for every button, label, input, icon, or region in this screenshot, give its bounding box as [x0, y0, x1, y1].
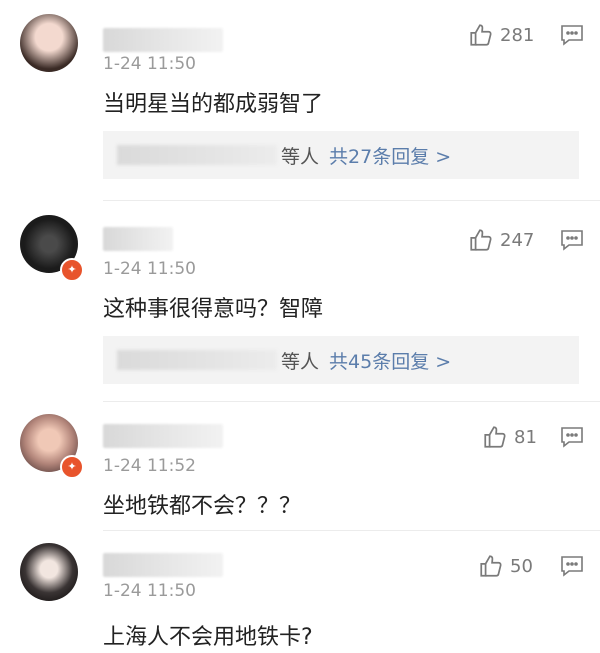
verified-badge-icon: ✦ [60, 455, 84, 479]
like-count: 281 [500, 24, 535, 46]
username-blurred[interactable] [103, 553, 223, 577]
comment-menu-icon[interactable] [560, 426, 584, 448]
reply-count-link[interactable]: 共45条回复 > [329, 347, 451, 374]
avatar[interactable] [20, 14, 78, 72]
avatar[interactable] [20, 543, 78, 601]
username-blurred[interactable] [103, 28, 223, 52]
reply-preview[interactable]: 等人 共45条回复 > [103, 336, 579, 384]
username-blurred[interactable] [103, 424, 223, 448]
thumbs-up-icon [484, 426, 506, 448]
username-blurred[interactable] [103, 227, 173, 251]
thumbs-up-icon [470, 229, 492, 251]
reply-names-blurred [117, 350, 277, 370]
comment-menu-icon[interactable] [560, 555, 584, 577]
thumbs-up-icon [470, 24, 492, 46]
comment-item: ✦ 247 1-24 11:50 这种事很得意吗？智障 等人 共45条回复 > [0, 201, 600, 402]
reply-suffix: 等人 [281, 350, 320, 373]
reply-names-blurred [117, 145, 277, 165]
like-button[interactable]: 81 [482, 424, 537, 450]
like-count: 81 [514, 426, 537, 448]
comment-menu-icon[interactable] [560, 229, 584, 251]
comment-text: 这种事很得意吗？智障 [103, 297, 324, 322]
comment-item: 50 1-24 11:50 上海人不会用地铁卡? [0, 531, 600, 653]
thumbs-up-icon [480, 555, 502, 577]
reply-preview[interactable]: 等人 共27条回复 > [103, 131, 579, 179]
comment-item: 281 1-24 11:50 当明星当的都成弱智了 等人 共27条回复 > [0, 0, 600, 201]
reply-suffix: 等人 [281, 145, 320, 168]
timestamp: 1-24 11:50 [103, 54, 196, 74]
timestamp: 1-24 11:50 [103, 259, 196, 279]
comment-text: 坐地铁都不会？？？ [103, 494, 302, 519]
like-button[interactable]: 247 [468, 227, 534, 253]
timestamp: 1-24 11:50 [103, 581, 196, 601]
like-count: 50 [510, 555, 533, 577]
reply-count-link[interactable]: 共27条回复 > [329, 142, 451, 169]
comment-item: ✦ 81 1-24 11:52 坐地铁都不会？？？ [0, 402, 600, 531]
comment-text: 上海人不会用地铁卡? [103, 625, 313, 650]
comment-menu-icon[interactable] [560, 24, 584, 46]
like-count: 247 [500, 229, 535, 251]
like-button[interactable]: 281 [468, 22, 534, 48]
timestamp: 1-24 11:52 [103, 456, 196, 476]
like-button[interactable]: 50 [478, 553, 533, 579]
verified-badge-icon: ✦ [60, 258, 84, 282]
comment-text: 当明星当的都成弱智了 [103, 92, 324, 117]
